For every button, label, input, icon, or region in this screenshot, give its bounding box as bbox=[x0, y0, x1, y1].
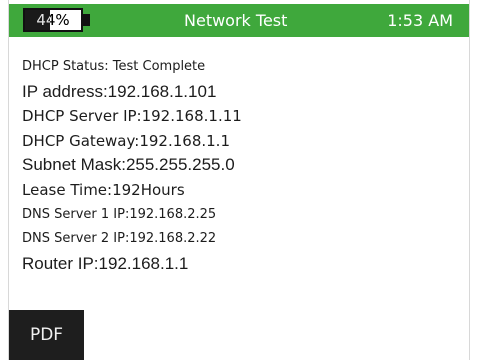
ip-address: IP address:192.168.1.101 bbox=[22, 81, 217, 101]
dns-server-2-ip: DNS Server 2 IP:192.168.2.22 bbox=[22, 231, 217, 247]
router-ip: Router IP:192.168.1.1 bbox=[22, 253, 189, 273]
subnet-mask: Subnet Mask:255.255.255.0 bbox=[22, 155, 235, 175]
battery-tip bbox=[83, 14, 90, 26]
clock-time: 1:53 AM bbox=[387, 11, 453, 30]
dns-server-1-ip: DNS Server 1 IP:192.168.2.25 bbox=[22, 206, 217, 222]
battery-percentage: 44% bbox=[36, 11, 70, 29]
status-bar: 44% Network Test 1:53 AM bbox=[9, 4, 469, 37]
pdf-button[interactable]: PDF bbox=[9, 310, 84, 360]
lease-time: Lease Time:192Hours bbox=[22, 180, 185, 199]
network-info-list: DHCP Status: Test Complete IP address:19… bbox=[22, 55, 462, 276]
screen-title: Network Test bbox=[184, 11, 288, 30]
dhcp-server-ip: DHCP Server IP:192.168.1.11 bbox=[22, 107, 242, 126]
device-screen: 44% Network Test 1:53 AM DHCP Status: Te… bbox=[8, 0, 470, 360]
battery-icon: 44% bbox=[23, 8, 92, 32]
battery-body: 44% bbox=[23, 8, 83, 32]
dhcp-gateway: DHCP Gateway:192.168.1.1 bbox=[22, 131, 230, 150]
dhcp-status: DHCP Status: Test Complete bbox=[22, 59, 206, 74]
